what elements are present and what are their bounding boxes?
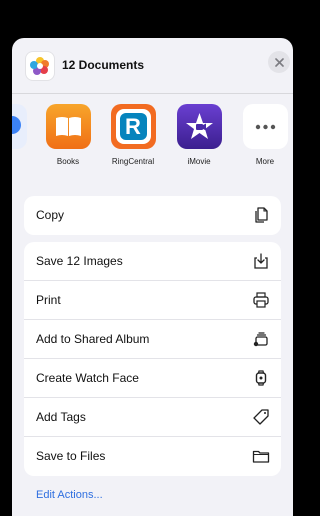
- app-label-books: Books: [56, 157, 80, 166]
- close-button[interactable]: [268, 51, 290, 73]
- app-label-more: More: [255, 157, 275, 166]
- watch-icon: [255, 370, 267, 386]
- app-label-ringcentral: RingCentral: [111, 157, 155, 166]
- xmark-icon: [274, 57, 284, 67]
- shared-album-icon: [253, 332, 268, 347]
- action-watch-face[interactable]: Create Watch Face: [24, 359, 281, 398]
- copy-group: Copy: [24, 196, 281, 235]
- save-image-icon: [254, 253, 268, 269]
- document-thumbnail: [26, 52, 54, 80]
- app-label-imovie: iMovie: [187, 157, 211, 166]
- edit-actions-link[interactable]: Edit Actions...: [36, 489, 103, 501]
- app-ringcentral[interactable]: R RingCentral: [103, 104, 163, 166]
- action-add-tags-label: Add Tags: [36, 410, 86, 424]
- action-copy[interactable]: Copy: [24, 196, 281, 235]
- action-save-images[interactable]: Save 12 Images: [24, 242, 281, 281]
- folder-icon: [252, 450, 270, 463]
- app-partial[interactable]: [12, 104, 34, 157]
- printer-icon: [253, 292, 269, 308]
- action-add-tags[interactable]: Add Tags: [24, 398, 281, 437]
- tag-icon: [253, 409, 269, 425]
- books-icon: [45, 104, 91, 149]
- share-sheet-header: 12 Documents: [12, 38, 293, 94]
- action-watch-face-label: Create Watch Face: [36, 371, 139, 385]
- action-shared-album[interactable]: Add to Shared Album: [24, 320, 281, 359]
- share-sheet: 12 Documents Books R RingCentral iMovie …: [12, 38, 293, 516]
- action-print[interactable]: Print: [24, 281, 281, 320]
- app-imovie[interactable]: iMovie: [169, 104, 229, 166]
- action-save-images-label: Save 12 Images: [36, 254, 123, 268]
- app-books[interactable]: Books: [38, 104, 98, 166]
- actions-group: Save 12 Images Print Add to Shared Album: [24, 242, 281, 476]
- ringcentral-icon: R: [110, 104, 156, 149]
- partial-app-icon: [12, 104, 27, 149]
- app-more[interactable]: More: [235, 104, 293, 166]
- copy-icon: [255, 207, 268, 223]
- more-icon: [242, 104, 288, 149]
- action-shared-album-label: Add to Shared Album: [36, 332, 150, 346]
- action-print-label: Print: [36, 293, 61, 307]
- action-save-to-files[interactable]: Save to Files: [24, 437, 281, 476]
- action-save-to-files-label: Save to Files: [36, 449, 106, 463]
- imovie-icon: [176, 104, 222, 149]
- action-copy-label: Copy: [36, 208, 65, 222]
- app-row: Books R RingCentral iMovie More: [12, 104, 293, 178]
- photos-icon: [30, 57, 49, 75]
- document-title: 12 Documents: [62, 58, 145, 72]
